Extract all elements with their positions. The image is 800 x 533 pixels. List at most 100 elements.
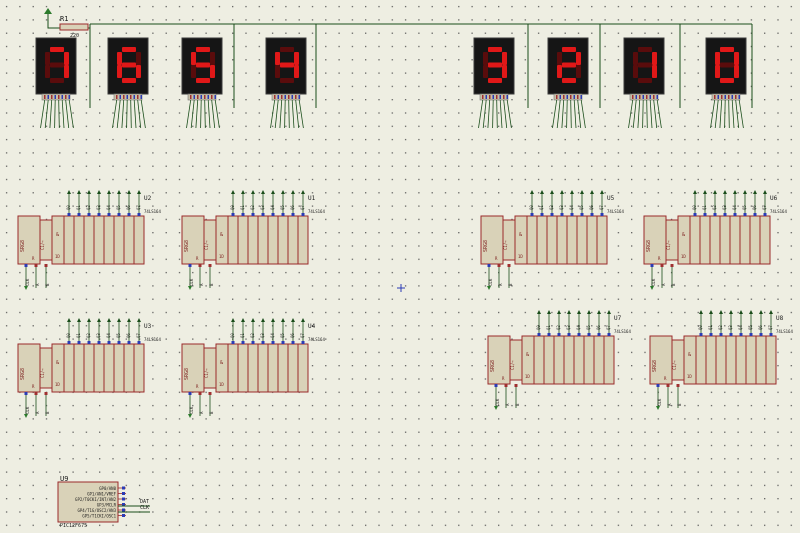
segment-f <box>117 52 122 65</box>
register-part: 74LS164 <box>308 209 325 214</box>
output-pin <box>530 213 534 216</box>
register-output-cell <box>63 343 75 393</box>
output-pin <box>713 213 717 216</box>
register-clock-label: C1/→ <box>672 360 677 370</box>
output-pin-label: Q6 <box>758 325 763 330</box>
mcu-pin-label: GP1/AN1/VREF <box>87 492 116 497</box>
output-pin <box>577 333 581 336</box>
output-pin <box>97 213 101 216</box>
segment-g <box>196 62 210 68</box>
segment-g <box>720 62 734 68</box>
output-pin-label: Q2 <box>556 325 561 330</box>
output-pin-label: Q4 <box>732 205 737 210</box>
register-and-label: & <box>56 360 59 366</box>
input-pin <box>487 264 491 267</box>
output-pin <box>301 341 305 344</box>
output-pin <box>719 333 723 336</box>
output-pin-label: Q1 <box>76 333 81 338</box>
register-clock-block <box>665 219 679 261</box>
output-pin <box>127 213 131 216</box>
register-type-label: SRG8 <box>483 240 489 252</box>
register-ref: U1 <box>308 195 316 202</box>
mcu-pin-dot <box>122 514 125 517</box>
output-pin-label: Q4 <box>106 205 111 210</box>
register-output-cell <box>267 215 279 265</box>
output-pin <box>301 213 305 216</box>
segment-g <box>280 62 294 68</box>
output-pin-label: Q3 <box>566 325 571 330</box>
register-and-label: & <box>56 232 59 238</box>
segment-d <box>720 78 734 83</box>
output-pin <box>67 341 71 344</box>
input-pin-label: CLK <box>25 406 30 414</box>
display-pin <box>65 95 67 99</box>
register-output-cell <box>715 335 727 385</box>
segment-f <box>275 52 280 65</box>
display-pin <box>200 95 202 99</box>
display-pin <box>724 95 726 99</box>
resistor-body <box>59 23 89 31</box>
display-pin <box>193 95 195 99</box>
register-output-cell <box>83 343 95 393</box>
output-pin-label: Q1 <box>546 325 551 330</box>
output-pin <box>291 341 295 344</box>
output-pin <box>733 213 737 216</box>
display-pin <box>277 95 279 99</box>
segment-f <box>715 52 720 65</box>
input-pin <box>44 392 48 395</box>
resistor-ref: R1 <box>60 15 68 23</box>
register-and-label: & <box>220 360 223 366</box>
segment-g <box>50 62 64 68</box>
register-output-cell <box>63 215 75 265</box>
output-pin <box>231 341 235 344</box>
output-pin-label: Q2 <box>250 205 255 210</box>
register-data-label: 1D <box>55 382 60 387</box>
register-output-cell <box>133 215 145 265</box>
display-pin <box>116 95 118 99</box>
register-output-cell <box>563 335 575 385</box>
net-label-clk: CLK <box>140 505 149 511</box>
register-and-label: & <box>220 232 223 238</box>
output-pin <box>557 333 561 336</box>
display-pin <box>492 95 494 99</box>
register-output-cell <box>123 343 135 393</box>
output-pin <box>587 333 591 336</box>
display-pin <box>47 95 49 99</box>
display-pin <box>499 95 501 99</box>
segment-b <box>734 52 739 65</box>
schematic-canvas[interactable]: R1 220 Q0 Q1 Q2 Q3 Q4 Q5 Q6 Q7SRG8RC1/→&1DU274L… <box>0 0 800 533</box>
display-pin <box>635 95 637 99</box>
output-pin <box>703 213 707 216</box>
register-type-label: SRG8 <box>184 240 190 252</box>
segment-e <box>557 65 562 78</box>
display-pin <box>642 95 644 99</box>
output-pin <box>241 213 245 216</box>
output-pin <box>580 213 584 216</box>
input-pin <box>656 384 660 387</box>
segment-b <box>652 52 657 65</box>
output-pin <box>281 213 285 216</box>
output-pin-label: Q6 <box>290 333 295 338</box>
output-pin <box>590 213 594 216</box>
output-pin-label: Q0 <box>230 205 235 210</box>
output-pin-label: Q4 <box>569 205 574 210</box>
input-pin <box>208 392 212 395</box>
input-pin <box>34 392 38 395</box>
register-output-cell <box>133 343 145 393</box>
input-pin <box>34 264 38 267</box>
output-pin <box>547 333 551 336</box>
display-pin <box>61 95 63 99</box>
output-pin <box>540 213 544 216</box>
display-pin <box>211 95 213 99</box>
register-output-cell <box>227 215 239 265</box>
output-pin <box>87 213 91 216</box>
output-pin-label: Q1 <box>708 325 713 330</box>
output-pin-label: Q5 <box>579 205 584 210</box>
input-pin-label: CLK <box>189 406 194 414</box>
output-pin <box>281 341 285 344</box>
register-output-cell <box>556 215 568 265</box>
register-type-label: SRG8 <box>20 240 26 252</box>
output-pin <box>67 213 71 216</box>
input-pin <box>188 392 192 395</box>
display-pin <box>506 95 508 99</box>
